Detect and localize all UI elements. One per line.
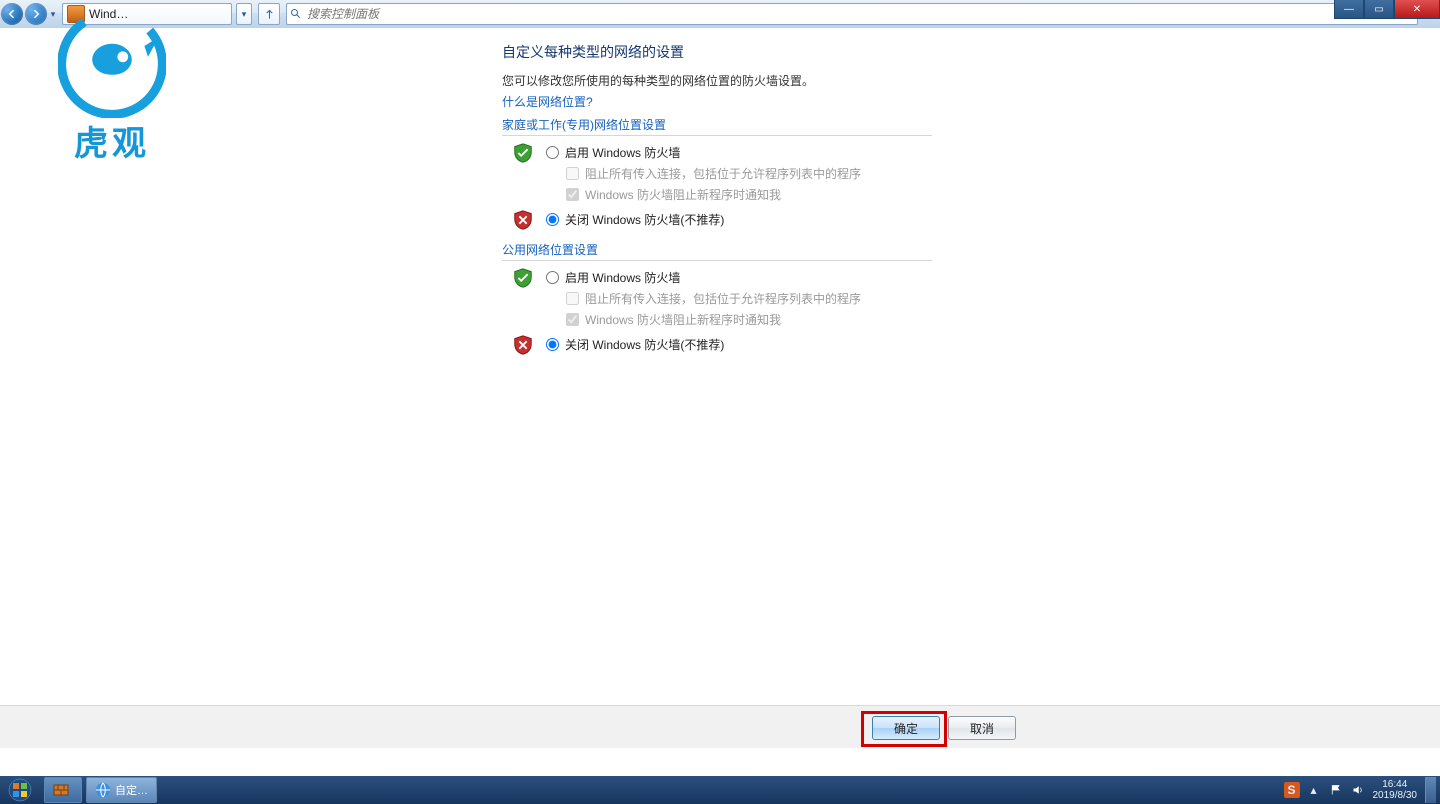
firewall-icon <box>53 782 69 798</box>
radio-private-enable-input[interactable] <box>546 146 559 159</box>
check-private-notify-input[interactable] <box>566 188 579 201</box>
radio-private-enable-label: 启用 Windows 防火墙 <box>565 144 680 161</box>
shield-disabled-icon <box>512 334 534 356</box>
radio-public-enable-label: 启用 Windows 防火墙 <box>565 269 680 286</box>
check-private-notify[interactable]: Windows 防火墙阻止新程序时通知我 <box>566 186 932 203</box>
explorer-nav-bar: ▾ Wind… ▾ ⍰ <box>0 0 1440 29</box>
shield-enabled-icon <box>512 142 534 164</box>
check-public-blockall-label: 阻止所有传入连接，包括位于允许程序列表中的程序 <box>585 290 861 307</box>
check-private-blockall-label: 阻止所有传入连接，包括位于允许程序列表中的程序 <box>585 165 861 182</box>
radio-public-enable[interactable]: 启用 Windows 防火墙 <box>546 269 932 286</box>
cancel-button[interactable]: 取消 <box>948 716 1016 740</box>
help-link[interactable]: 什么是网络位置? <box>502 95 593 109</box>
search-box[interactable] <box>286 3 1418 25</box>
check-public-notify-input[interactable] <box>566 313 579 326</box>
refresh-button[interactable] <box>258 3 280 25</box>
watermark-logo: 虎观 <box>56 10 168 170</box>
check-private-notify-label: Windows 防火墙阻止新程序时通知我 <box>585 186 781 203</box>
check-private-blockall[interactable]: 阻止所有传入连接，包括位于允许程序列表中的程序 <box>566 165 932 182</box>
maximize-button[interactable]: ▭ <box>1364 0 1394 19</box>
page-title: 自定义每种类型的网络的设置 <box>502 42 932 62</box>
content-area: 自定义每种类型的网络的设置 您可以修改您所使用的每种类型的网络位置的防火墙设置。… <box>0 28 1440 748</box>
check-private-blockall-input[interactable] <box>566 167 579 180</box>
radio-private-enable[interactable]: 启用 Windows 防火墙 <box>546 144 932 161</box>
radio-private-disable[interactable]: 关闭 Windows 防火墙(不推荐) <box>546 211 932 228</box>
page-subtitle: 您可以修改您所使用的每种类型的网络位置的防火墙设置。 <box>502 72 932 89</box>
radio-public-disable-label: 关闭 Windows 防火墙(不推荐) <box>565 336 724 353</box>
check-public-notify[interactable]: Windows 防火墙阻止新程序时通知我 <box>566 311 932 328</box>
tray-chevron-icon[interactable]: ▴ <box>1306 782 1322 798</box>
button-bar: 确定 取消 <box>0 705 1440 748</box>
search-icon <box>287 8 305 20</box>
radio-public-disable[interactable]: 关闭 Windows 防火墙(不推荐) <box>546 336 932 353</box>
globe-icon <box>95 782 111 798</box>
radio-private-disable-label: 关闭 Windows 防火墙(不推荐) <box>565 211 724 228</box>
ok-button[interactable]: 确定 <box>872 716 940 740</box>
shield-enabled-icon <box>512 267 534 289</box>
taskbar-item-firewall[interactable] <box>44 777 82 803</box>
tray-time: 16:44 <box>1373 779 1418 790</box>
start-button[interactable] <box>0 776 40 804</box>
radio-public-disable-input[interactable] <box>546 338 559 351</box>
search-input[interactable] <box>305 6 1417 22</box>
system-tray: S ▴ 16:44 2019/8/30 <box>1281 777 1440 803</box>
radio-private-disable-input[interactable] <box>546 213 559 226</box>
tray-flag-icon[interactable] <box>1328 782 1344 798</box>
show-desktop-button[interactable] <box>1425 777 1436 803</box>
check-public-notify-label: Windows 防火墙阻止新程序时通知我 <box>585 311 781 328</box>
nav-forward-button[interactable] <box>25 3 47 25</box>
taskbar: 自定… S ▴ 16:44 2019/8/30 <box>0 776 1440 804</box>
close-button[interactable]: ✕ <box>1394 0 1440 19</box>
tray-volume-icon[interactable] <box>1350 782 1366 798</box>
taskbar-item-label: 自定… <box>115 782 148 798</box>
check-public-blockall[interactable]: 阻止所有传入连接，包括位于允许程序列表中的程序 <box>566 290 932 307</box>
check-public-blockall-input[interactable] <box>566 292 579 305</box>
section-heading-public: 公用网络位置设置 <box>502 241 932 261</box>
tray-clock[interactable]: 16:44 2019/8/30 <box>1373 779 1418 801</box>
watermark-text: 虎观 <box>74 116 150 165</box>
section-heading-private: 家庭或工作(专用)网络位置设置 <box>502 116 932 136</box>
minimize-button[interactable]: — <box>1334 0 1364 19</box>
address-dropdown[interactable]: ▾ <box>236 3 252 25</box>
nav-back-button[interactable] <box>1 3 23 25</box>
window-controls: — ▭ ✕ <box>1334 0 1440 18</box>
radio-public-enable-input[interactable] <box>546 271 559 284</box>
shield-disabled-icon <box>512 209 534 231</box>
tray-sogou-icon[interactable]: S <box>1284 782 1300 798</box>
taskbar-item-current[interactable]: 自定… <box>86 777 157 803</box>
tray-date: 2019/8/30 <box>1373 790 1418 801</box>
